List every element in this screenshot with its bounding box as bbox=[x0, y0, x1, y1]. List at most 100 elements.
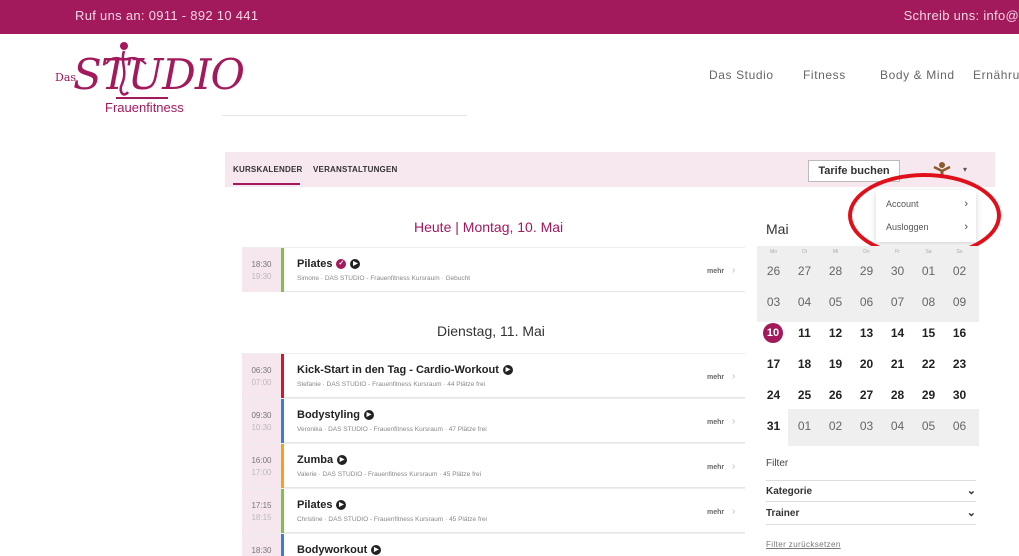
chevron-down-icon[interactable]: ▾ bbox=[963, 165, 967, 174]
more-link[interactable]: mehr bbox=[707, 509, 724, 516]
calendar-day[interactable]: 28 bbox=[882, 388, 913, 402]
nav-item-ernaehrung[interactable]: Ernähru bbox=[973, 68, 1019, 82]
calendar-day[interactable]: 27 bbox=[851, 388, 882, 402]
calendar-day[interactable]: 05 bbox=[820, 295, 851, 309]
calendar-day[interactable]: 27 bbox=[789, 264, 820, 278]
nav-item-das-studio[interactable]: Das Studio bbox=[709, 68, 774, 82]
avatar-figure-icon bbox=[933, 162, 951, 178]
filter-trainer-dropdown[interactable]: Trainer ⌄ bbox=[766, 503, 976, 525]
course-row[interactable]: 18:30 Bodyworkout ▶ bbox=[242, 533, 745, 556]
logo-subtitle: Frauenfitness bbox=[105, 100, 184, 115]
calendar-day[interactable]: 26 bbox=[820, 388, 851, 402]
email-link[interactable]: Schreib uns: info@ bbox=[904, 8, 1019, 23]
calendar-day[interactable]: 03 bbox=[851, 419, 882, 433]
course-color-bar bbox=[281, 354, 284, 398]
calendar-day[interactable]: 05 bbox=[913, 419, 944, 433]
calendar-day[interactable]: 06 bbox=[851, 295, 882, 309]
calendar-day[interactable]: 07 bbox=[882, 295, 913, 309]
tab-veranstaltungen[interactable]: VERANSTALTUNGEN bbox=[313, 165, 397, 174]
user-avatar-icon[interactable] bbox=[932, 161, 952, 179]
course-info: Stefanie · DAS STUDIO - Frauenfitness Ku… bbox=[297, 381, 486, 388]
calendar-day[interactable]: 17 bbox=[758, 357, 789, 371]
more-link[interactable]: mehr bbox=[707, 419, 724, 426]
calendar-day[interactable]: 11 bbox=[789, 326, 820, 340]
course-color-bar bbox=[281, 489, 284, 533]
calendar-day[interactable]: 25 bbox=[789, 388, 820, 402]
more-link[interactable]: mehr bbox=[707, 374, 724, 381]
tab-kurskalender[interactable]: KURSKALENDER bbox=[233, 165, 303, 174]
course-start: 06:30 bbox=[251, 366, 272, 375]
calendar-day[interactable]: 09 bbox=[944, 295, 975, 309]
calendar-day[interactable]: 03 bbox=[758, 295, 789, 309]
calendar-day[interactable]: 19 bbox=[820, 357, 851, 371]
filter-reset-link[interactable]: Filter zurücksetzen bbox=[766, 540, 841, 549]
calendar-day[interactable]: 02 bbox=[944, 264, 975, 278]
more-link[interactable]: mehr bbox=[707, 464, 724, 471]
calendar-day[interactable]: 15 bbox=[913, 326, 944, 340]
calendar-day[interactable]: 13 bbox=[851, 326, 882, 340]
calendar-day[interactable]: 23 bbox=[944, 357, 975, 371]
calendar-day[interactable]: 28 bbox=[820, 264, 851, 278]
calendar-day[interactable]: 21 bbox=[882, 357, 913, 371]
course-name: Bodystyling ▶ bbox=[297, 409, 374, 421]
calendar-day[interactable]: 20 bbox=[851, 357, 882, 371]
calendar-day[interactable]: 02 bbox=[820, 419, 851, 433]
course-row[interactable]: 09:30 10:30 Bodystyling ▶ Veronika · DAS … bbox=[242, 398, 745, 443]
course-time: 18:30 19:30 bbox=[242, 248, 281, 292]
calendar-day-today[interactable]: 10 bbox=[763, 323, 783, 343]
calendar-day[interactable]: 04 bbox=[789, 295, 820, 309]
chevron-right-icon[interactable]: › bbox=[732, 265, 735, 276]
studio-logo[interactable]: Das STUDIO Frauenfitness bbox=[28, 40, 245, 120]
calendar-day[interactable]: 30 bbox=[944, 388, 975, 402]
calendar-day[interactable]: 14 bbox=[882, 326, 913, 340]
phone-link[interactable]: Ruf uns an: 0911 - 892 10 441 bbox=[75, 8, 258, 23]
day-heading-today: Heute | Montag, 10. Mai bbox=[414, 219, 563, 235]
course-name-text: Pilates bbox=[297, 499, 333, 511]
play-icon[interactable]: ▶ bbox=[371, 545, 382, 556]
chevron-right-icon[interactable]: › bbox=[732, 506, 735, 517]
play-icon[interactable]: ▶ bbox=[337, 455, 348, 466]
calendar-weekday: Di bbox=[802, 249, 807, 255]
nav-item-fitness[interactable]: Fitness bbox=[803, 68, 846, 82]
course-name: Zumba ▶ bbox=[297, 454, 348, 466]
play-icon[interactable]: ▶ bbox=[336, 500, 347, 511]
calendar-day[interactable]: 01 bbox=[789, 419, 820, 433]
filter-kategorie-label: Kategorie bbox=[766, 486, 813, 497]
course-row[interactable]: 18:30 19:30 Pilates ✓ ▶ Simone · DAS STUDI… bbox=[242, 247, 745, 292]
play-icon[interactable]: ▶ bbox=[350, 259, 361, 270]
more-link[interactable]: mehr bbox=[707, 268, 724, 275]
chevron-right-icon[interactable]: › bbox=[732, 461, 735, 472]
calendar-day[interactable]: 22 bbox=[913, 357, 944, 371]
tarife-buchen-button[interactable]: Tarife buchen bbox=[808, 160, 900, 182]
chevron-right-icon[interactable]: › bbox=[732, 371, 735, 382]
course-start: 16:00 bbox=[251, 456, 272, 465]
calendar-day[interactable]: 31 bbox=[758, 419, 789, 433]
calendar-day[interactable]: 30 bbox=[882, 264, 913, 278]
calendar-day[interactable]: 06 bbox=[944, 419, 975, 433]
calendar-day[interactable]: 29 bbox=[913, 388, 944, 402]
calendar-day[interactable]: 26 bbox=[758, 264, 789, 278]
calendar-day[interactable]: 04 bbox=[882, 419, 913, 433]
calendar-day[interactable]: 29 bbox=[851, 264, 882, 278]
calendar-day[interactable]: 08 bbox=[913, 295, 944, 309]
play-icon[interactable]: ▶ bbox=[363, 410, 374, 421]
course-color-bar bbox=[281, 534, 284, 556]
calendar-day[interactable]: 16 bbox=[944, 326, 975, 340]
play-icon[interactable]: ▶ bbox=[502, 365, 513, 376]
menu-item-ausloggen[interactable]: Ausloggen › bbox=[886, 217, 968, 237]
calendar-day[interactable]: 01 bbox=[913, 264, 944, 278]
course-row[interactable]: 06:30 07:00 Kick-Start in den Tag - Card… bbox=[242, 353, 745, 398]
day-label: Montag, 10. Mai bbox=[462, 219, 564, 235]
course-name-text: Bodyworkout bbox=[297, 544, 368, 556]
chevron-right-icon[interactable]: › bbox=[732, 416, 735, 427]
calendar-day[interactable]: 24 bbox=[758, 388, 789, 402]
calendar-day[interactable]: 12 bbox=[820, 326, 851, 340]
course-row[interactable]: 17:15 18:15 Pilates ▶ Christine · DAS STU… bbox=[242, 488, 745, 533]
calendar-weekday: Do bbox=[863, 249, 870, 255]
nav-item-body-mind[interactable]: Body & Mind bbox=[880, 68, 955, 82]
chevron-down-icon: ⌄ bbox=[966, 507, 976, 519]
menu-item-account[interactable]: Account › bbox=[886, 194, 968, 214]
calendar-day[interactable]: 18 bbox=[789, 357, 820, 371]
filter-kategorie-dropdown[interactable]: Kategorie ⌄ bbox=[766, 480, 976, 502]
course-row[interactable]: 16:00 17:00 Zumba ▶ Valerie · DAS STUDIO … bbox=[242, 443, 745, 488]
